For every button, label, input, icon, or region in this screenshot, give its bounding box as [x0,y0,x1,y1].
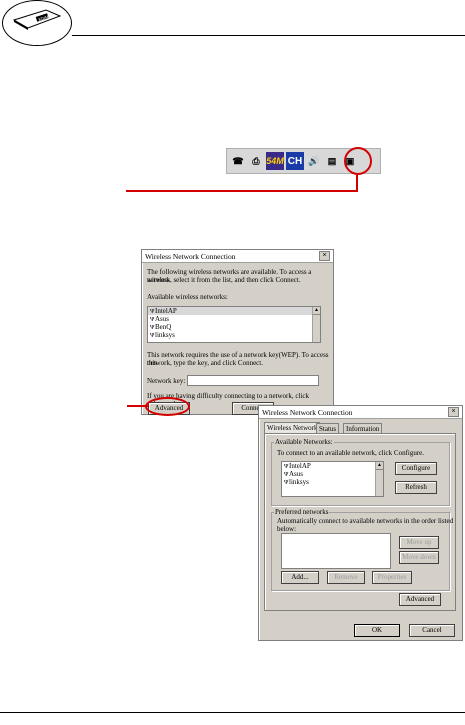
dialog-title: Wireless Network Connection [145,251,236,261]
available-text: To connect to an available network, clic… [277,449,425,457]
cancel-button[interactable]: Cancel [409,624,455,637]
list-item[interactable]: ΨIntelAP [282,462,383,470]
scroll-up-icon[interactable]: ▲ [376,462,383,470]
dialog-titlebar: Wireless Network Connection × [259,406,462,419]
list-item[interactable]: Ψlinksys [282,478,383,486]
dialog-title: Wireless Network Connection [262,407,353,417]
header-rule [72,35,465,36]
list-item[interactable]: ΨIntelAP [148,307,320,315]
properties-button[interactable]: Properties [372,571,412,584]
usb-adapter-icon: EDIMAX [12,9,62,30]
printer-icon[interactable]: ⎙ [248,152,264,170]
callout-line [126,190,358,192]
preferred-networks-label: Preferred networks [274,508,330,516]
scrollbar[interactable]: ▲ [312,307,320,342]
tray-ch-icon[interactable]: CH [286,152,304,170]
ok-button[interactable]: OK [354,624,400,637]
list-item[interactable]: ΨAsus [148,315,320,323]
highlight-oval [145,397,190,416]
intro-text: network, select it from the list, and th… [147,276,301,284]
dialog-titlebar: Wireless Network Connection × [142,250,333,263]
preferred-list[interactable] [281,533,391,569]
advanced-button[interactable]: Advanced [399,593,441,606]
scrollbar[interactable]: ▲ [375,462,383,496]
move-up-button[interactable]: Move up [399,536,439,549]
speaker-icon[interactable]: 🔊 [306,152,322,170]
preferred-text: below: [277,525,297,533]
available-networks-label: Available Networks: [274,438,334,446]
add-button[interactable]: Add... [281,571,319,584]
wireless-properties-dialog: Wireless Network Connection × Wireless N… [258,405,463,641]
list-item[interactable]: ΨAsus [282,470,383,478]
close-button[interactable]: × [448,407,459,417]
list-item[interactable]: ΨBenQ [148,323,320,331]
remove-button[interactable]: Remove [327,571,365,584]
move-down-button[interactable]: Move down [399,551,439,564]
wireless-connection-dialog: Wireless Network Connection × The follow… [141,249,334,415]
available-networks-label: Available wireless networks: [147,293,228,301]
highlight-circle [344,147,372,175]
scroll-up-icon[interactable]: ▲ [313,307,320,315]
list-item[interactable]: Ψlinksys [148,331,320,339]
footer-rule [0,712,465,713]
network-key-label: Network key: [147,377,186,385]
list-item[interactable]: ........... [148,339,320,342]
network-list[interactable]: ΨIntelAP ΨAsus Ψlinksys ▲ [281,461,384,497]
tray-54m-icon[interactable]: 54M [266,152,284,170]
configure-button[interactable]: Configure [395,462,437,475]
network-icon[interactable]: ☎ [230,152,246,170]
refresh-button[interactable]: Refresh [395,481,437,494]
folder-icon[interactable]: ▤ [324,152,340,170]
network-list[interactable]: ΨIntelAP ΨAsus ΨBenQ Ψlinksys ..........… [147,306,321,343]
wep-text: network, type the key, and click Connect… [147,359,263,367]
preferred-text: Automatically connect to available netwo… [277,517,454,525]
network-key-field[interactable] [187,375,319,386]
close-button[interactable]: × [319,251,330,261]
callout-line [127,405,149,407]
